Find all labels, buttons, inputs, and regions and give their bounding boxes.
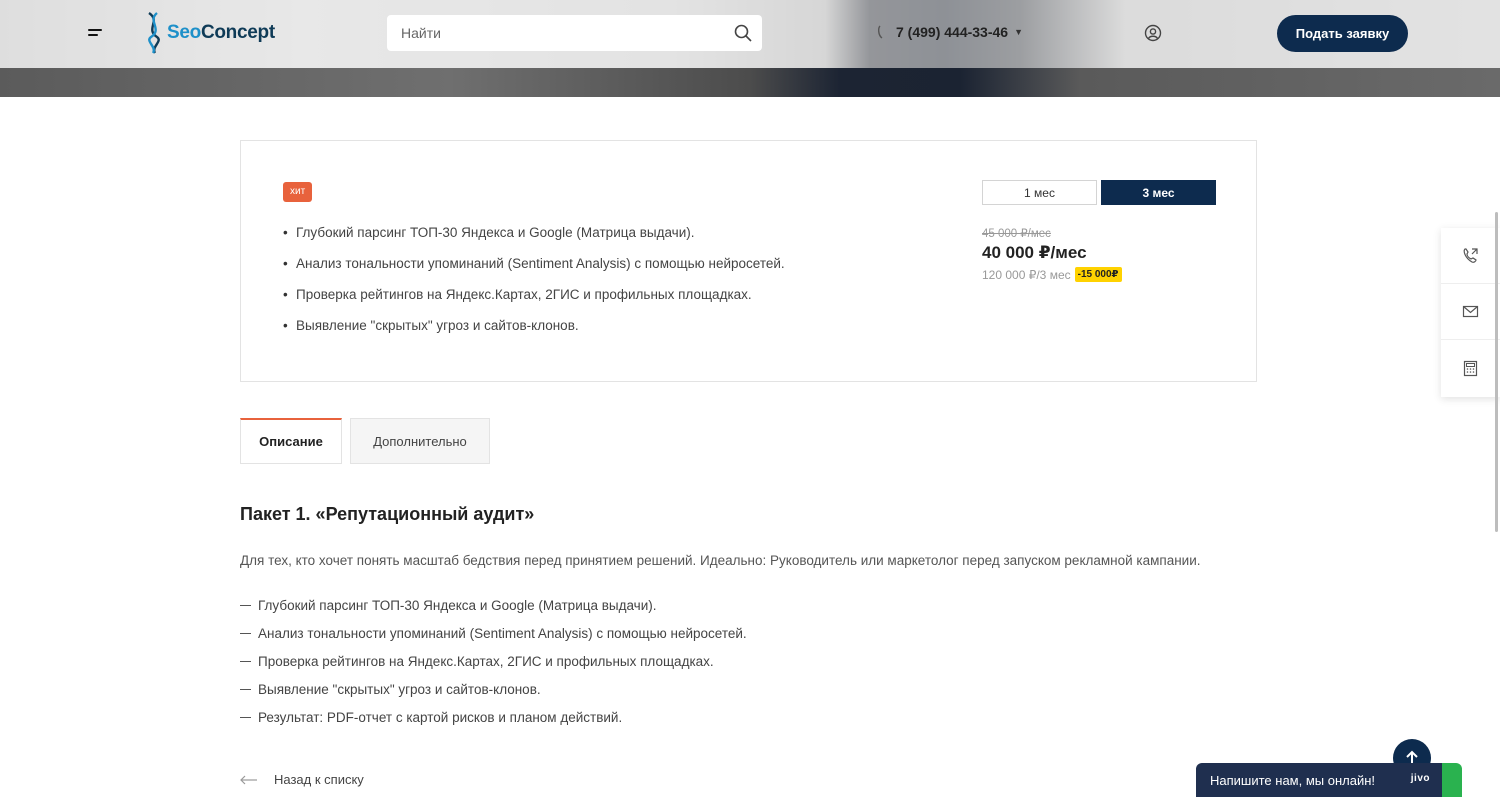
callback-icon [1463, 248, 1478, 263]
feature-item: Анализ тональности упоминаний (Sentiment… [283, 254, 785, 285]
price-total: 120 000 ₽/3 мес -15 000₽ [982, 267, 1122, 282]
back-to-list-link[interactable]: Назад к списку [240, 772, 364, 787]
price-old: 45 000 ₽/мес [982, 228, 1051, 240]
search-icon[interactable] [734, 24, 752, 42]
callback-button[interactable] [1441, 228, 1500, 284]
phone-number: 7 (499) 444-33-46 [896, 24, 1009, 40]
phone-icon [877, 25, 883, 39]
package-card: хит Глубокий парсинг ТОП-30 Яндекса и Go… [240, 140, 1257, 382]
header: SeoConcept 7 (499) 444-33-46 ▼ Подать за… [0, 0, 1500, 68]
online-indicator [1442, 763, 1462, 797]
logo-text: SeoConcept [167, 22, 275, 43]
calculator-icon [1463, 360, 1478, 376]
feature-item: Выявление "скрытых" угроз и сайтов-клоно… [283, 316, 785, 347]
period-switch: 1 мес 3 мес [982, 180, 1216, 205]
submit-request-button[interactable]: Подать заявку [1277, 15, 1408, 52]
hit-badge: хит [283, 182, 313, 202]
search-input[interactable] [387, 15, 717, 51]
side-contact-panel [1441, 228, 1500, 397]
feature-item: Глубокий парсинг ТОП-30 Яндекса и Google… [283, 223, 785, 254]
arrow-left-icon [240, 775, 257, 784]
list-item: Анализ тональности упоминаний (Sentiment… [240, 625, 747, 653]
tab-description[interactable]: Описание [240, 418, 342, 464]
user-icon[interactable] [1144, 24, 1162, 42]
menu-icon[interactable] [88, 27, 104, 39]
package-title: Пакет 1. «Репутационный аудит» [240, 504, 535, 524]
package-details-list: Глубокий парсинг ТОП-30 Яндекса и Google… [240, 597, 747, 737]
list-item: Глубокий парсинг ТОП-30 Яндекса и Google… [240, 597, 747, 625]
chat-label: Напишите нам, мы онлайн! [1210, 772, 1376, 788]
period-1-month-button[interactable]: 1 мес [982, 180, 1097, 205]
feature-item: Проверка рейтингов на Яндекс.Картах, 2ГИ… [283, 285, 785, 316]
tab-additional[interactable]: Дополнительно [350, 418, 490, 464]
price-current: 40 000 ₽/мес [982, 243, 1087, 262]
chevron-down-icon: ▼ [1014, 27, 1023, 37]
calculator-button[interactable] [1441, 340, 1500, 396]
logo[interactable]: SeoConcept [143, 11, 275, 55]
list-item: Выявление "скрытых" угроз и сайтов-клоно… [240, 681, 747, 709]
logo-icon [148, 12, 160, 54]
scrollbar[interactable] [1495, 212, 1498, 532]
list-item: Проверка рейтингов на Яндекс.Картах, 2ГИ… [240, 653, 747, 681]
chat-brand: jivo [1410, 773, 1430, 784]
mail-icon [1462, 305, 1479, 318]
discount-badge: -15 000₽ [1074, 267, 1122, 282]
package-lead: Для тех, кто хочет понять масштаб бедств… [240, 553, 1201, 568]
back-to-list-label: Назад к списку [274, 772, 364, 787]
search-box [387, 15, 762, 51]
price-total-value: 120 000 ₽/3 мес [982, 267, 1071, 282]
list-item: Результат: PDF-отчет с картой рисков и п… [240, 709, 747, 737]
feature-list: Глубокий парсинг ТОП-30 Яндекса и Google… [283, 223, 785, 347]
mail-button[interactable] [1441, 284, 1500, 340]
phone-dropdown[interactable]: 7 (499) 444-33-46 ▼ [877, 24, 1023, 40]
period-3-months-button[interactable]: 3 мес [1101, 180, 1216, 205]
chat-widget[interactable]: Напишите нам, мы онлайн! jivo [1196, 763, 1462, 797]
